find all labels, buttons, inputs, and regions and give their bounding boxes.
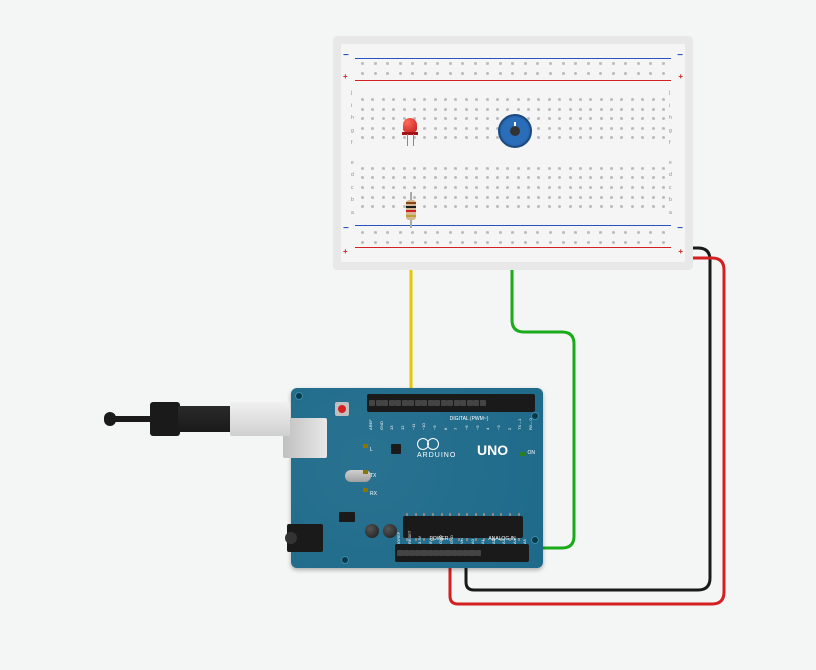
reset-button[interactable] [335,402,349,416]
plus-top-left: + [343,72,348,81]
voltage-regulator [339,512,355,522]
digital-pin-labels: AREFGND1312~11~10~987~6~54~32TX→1RX←0 [369,412,533,430]
capacitor [383,524,397,538]
resistor-lead-top [410,192,412,200]
resistor-band-3 [406,210,416,212]
on-label: ON [528,450,536,456]
arduino-brand-label: ARDUINO [417,452,456,459]
plus-top-right: + [678,72,683,81]
plus-bot-left: + [343,247,348,256]
tx-led [363,470,368,474]
usb-cable[interactable] [110,398,290,440]
power-analog-pin-labels: IOREFRESET3.3V5VGNDGNDVinA0A1A2A3A4A5 [397,526,527,544]
row-labels-right: jihgf edcba [669,90,675,216]
arduino-uno[interactable]: ARDUINO UNO DIGITAL (PWM~) POWER ANALOG … [291,388,543,568]
usb-type-b-plug [230,402,290,436]
status-leds: L TX RX [363,438,383,500]
capacitor [365,524,379,538]
arduino-infinity-icon [417,438,439,450]
resistor-band-1 [406,202,416,204]
on-led [519,452,525,456]
power-analog-header[interactable] [395,544,529,562]
power-jack[interactable] [287,524,323,552]
led-lens [403,118,417,132]
minus-bot-right: − [677,223,683,234]
potentiometer[interactable] [498,114,532,148]
minus-bot-left: − [343,223,349,234]
resistor-lead-bot [410,220,412,228]
row-labels-left: jihgf edcba [351,90,357,216]
mount-hole [531,536,539,544]
rail-top-minus [355,58,671,59]
red-led[interactable] [403,118,419,140]
pot-knob[interactable] [510,126,520,136]
l-led [363,444,368,448]
resistor[interactable] [408,192,414,228]
led-flange [402,132,418,135]
breadboard-surface: − + − + − + − + jihgf edcba jihgf edcba [341,44,685,262]
pot-body [498,114,532,148]
resistor-band-2 [406,206,416,208]
rail-bot-plus [355,247,671,248]
led-anode [413,134,414,146]
usb-plug-grip [150,402,180,436]
usb-plug-metal [178,406,234,432]
arduino-model-label: UNO [477,442,508,458]
led-cathode [407,134,408,146]
arduino-logo [417,438,439,450]
usb-cable-wire [110,416,154,422]
digital-header[interactable] [367,394,535,412]
resistor-band-4 [406,215,416,217]
plus-bot-right: + [678,247,683,256]
minus-top-right: − [677,50,683,61]
smd-chip [391,444,401,454]
minus-top-left: − [343,50,349,61]
rx-led [363,488,368,492]
mount-hole [295,392,303,400]
power-jack-hole [285,532,297,544]
resistor-body [406,200,416,220]
breadboard[interactable]: − + − + − + − + jihgf edcba jihgf edcba [333,36,693,270]
mount-hole [341,556,349,564]
